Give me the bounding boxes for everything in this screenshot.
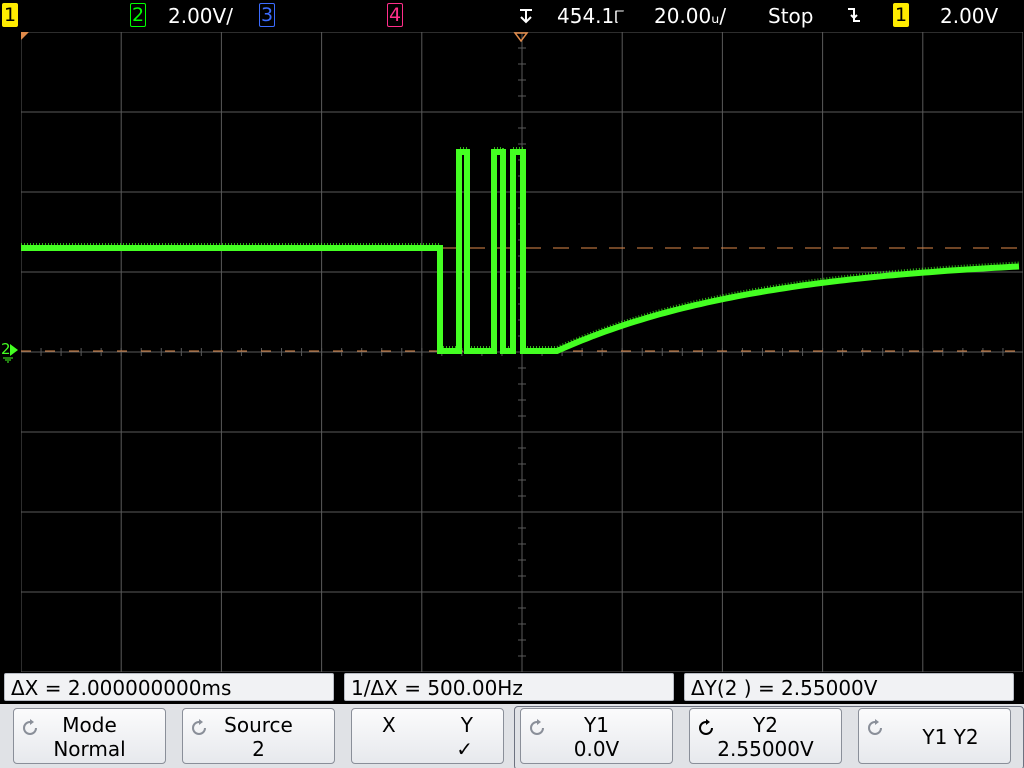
status-bar: 1 2 2.00V/ 3 4 454.1୮ 20.00ᵤ/ Stop 1 2.0…: [0, 0, 1024, 32]
mode-label: Mode: [62, 713, 117, 737]
source-value: 2: [252, 737, 265, 761]
trigger-position-marker: [513, 32, 529, 43]
left-edge-marker: [21, 32, 29, 40]
waveform-canvas: [21, 32, 1023, 672]
mode-softkey[interactable]: Mode Normal: [13, 708, 166, 764]
xy-softkey[interactable]: X Y ✓: [351, 708, 504, 764]
y1-label: Y1: [584, 713, 609, 737]
ground-symbol-icon: [3, 357, 13, 363]
delta-x-readout: ΔX = 2.000000000ms: [4, 673, 334, 701]
trace-body: [21, 149, 1020, 354]
source-softkey[interactable]: Source 2: [182, 708, 335, 764]
ground-arrow-icon: [10, 344, 18, 356]
y1-y2-softkey[interactable]: Y1 Y2: [858, 708, 1011, 764]
channel-4-badge[interactable]: 4: [387, 3, 403, 27]
y1-y2-label: Y1 Y2: [922, 725, 979, 749]
channel-2-scale: 2.00V/: [168, 4, 233, 28]
channel-2-trace: [21, 147, 1020, 354]
x-option: X: [382, 713, 396, 737]
source-label: Source: [224, 713, 293, 737]
channel-3-badge[interactable]: 3: [259, 3, 275, 27]
time-per-division: 20.00ᵤ/: [654, 4, 727, 28]
softkey-bar: Mode Normal Source 2 X Y ✓ Y1 0.0V Y2 2.…: [0, 704, 1024, 768]
channel-2-badge[interactable]: 2: [130, 3, 146, 27]
y2-cursor-softkey[interactable]: Y2 2.55000V: [689, 708, 842, 764]
inverse-delta-x-readout: 1/ΔX = 500.00Hz: [344, 673, 674, 701]
channel-1-badge[interactable]: 1: [2, 3, 18, 27]
delta-y-readout: ΔY(2 ) = 2.55000V: [684, 673, 1014, 701]
y-selected-check-icon: ✓: [456, 737, 473, 761]
channel-2-ground-marker[interactable]: 2: [0, 340, 21, 364]
delay-arrow-icon: [517, 6, 537, 30]
mode-value: Normal: [53, 737, 126, 761]
y-option: Y: [460, 713, 473, 737]
waveform-display: [21, 32, 1023, 672]
y2-value: 2.55000V: [717, 737, 814, 761]
horizontal-delay: 454.1୮: [557, 4, 625, 28]
trigger-source-badge[interactable]: 1: [893, 3, 909, 27]
y1-value: 0.0V: [573, 737, 620, 761]
trigger-level: 2.00V: [940, 4, 999, 28]
y1-cursor-softkey[interactable]: Y1 0.0V: [520, 708, 673, 764]
run-state[interactable]: Stop: [768, 4, 813, 28]
falling-edge-icon: [846, 4, 862, 28]
y2-label: Y2: [753, 713, 778, 737]
